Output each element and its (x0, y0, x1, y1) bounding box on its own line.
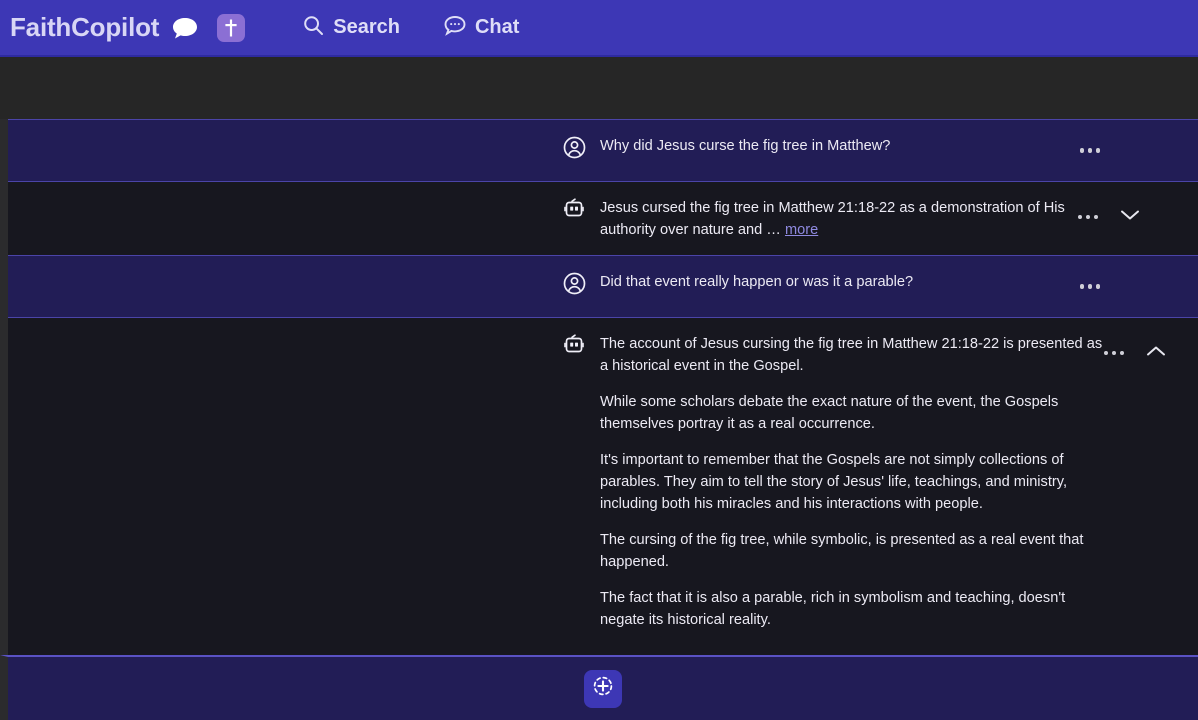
ellipsis-icon (1080, 148, 1085, 153)
chevron-up-icon (1146, 344, 1166, 362)
header-nav: Search Chat (303, 15, 519, 41)
ellipsis-icon (1104, 351, 1109, 356)
ellipsis-icon (1096, 148, 1101, 153)
message-actions (1080, 284, 1101, 289)
ellipsis-icon (1120, 351, 1125, 356)
app-header: FaithCopilot Search (0, 0, 1198, 57)
robot-icon (561, 198, 587, 221)
message-text: Jesus cursed the fig tree in Matthew 21:… (600, 200, 1065, 238)
message-body: Why did Jesus curse the fig tree in Matt… (600, 134, 890, 157)
message-paragraph: While some scholars debate the exact nat… (600, 391, 1105, 435)
composer-bar (0, 655, 1198, 720)
message-paragraph: The account of Jesus cursing the fig tre… (600, 333, 1105, 377)
model-toolbar: google/gemma-2-9b-it (0, 57, 1198, 119)
message-overflow-button[interactable] (1104, 351, 1125, 356)
show-more-link[interactable]: more (785, 222, 818, 238)
app-root: FaithCopilot Search (0, 0, 1198, 720)
user-avatar-icon (561, 136, 587, 159)
message-text-wrap: Jesus cursed the fig tree in Matthew 21:… (600, 197, 1095, 241)
page-title: FaithCopilot (10, 12, 159, 43)
message-paragraph: The cursing of the fig tree, while symbo… (600, 529, 1105, 573)
ellipsis-icon (1078, 215, 1083, 220)
nav-item-chat[interactable]: Chat (444, 15, 519, 41)
ellipsis-icon (1088, 284, 1093, 289)
new-chat-button[interactable] (584, 670, 622, 708)
nav-item-chat-label: Chat (475, 16, 519, 39)
message-paragraph: The fact that it is also a parable, rich… (600, 587, 1105, 631)
message-row-assistant-expanded: The account of Jesus cursing the fig tre… (8, 318, 1198, 655)
add-circle-icon (591, 674, 615, 703)
message-row-assistant: Jesus cursed the fig tree in Matthew 21:… (8, 182, 1198, 255)
chat-bubble-icon (444, 15, 466, 41)
speech-bubble-icon (171, 16, 199, 40)
ellipsis-icon (1088, 148, 1093, 153)
message-actions (1104, 344, 1167, 362)
cross-icon (217, 14, 245, 42)
message-body: Jesus cursed the fig tree in Matthew 21:… (600, 196, 1095, 241)
user-avatar-icon (561, 272, 587, 295)
message-text: The account of Jesus cursing the fig tre… (600, 333, 1105, 631)
collapse-message-button[interactable] (1146, 344, 1166, 362)
expand-message-button[interactable] (1120, 208, 1140, 226)
ellipsis-icon (1112, 351, 1117, 356)
message-body: The account of Jesus cursing the fig tre… (600, 332, 1105, 631)
message-row-user: Did that event really happen or was it a… (8, 255, 1198, 318)
ellipsis-icon (1080, 284, 1085, 289)
ellipsis-icon (1094, 215, 1099, 220)
ellipsis-icon (1096, 284, 1101, 289)
message-overflow-button[interactable] (1080, 148, 1101, 153)
message-paragraph: It's important to remember that the Gosp… (600, 449, 1105, 515)
ellipsis-icon (1086, 215, 1091, 220)
nav-item-search[interactable]: Search (303, 15, 400, 41)
message-actions (1080, 148, 1101, 153)
message-text: Did that event really happen or was it a… (600, 271, 913, 293)
message-body: Did that event really happen or was it a… (600, 270, 913, 293)
message-text: Why did Jesus curse the fig tree in Matt… (600, 135, 890, 157)
message-row-user: Why did Jesus curse the fig tree in Matt… (8, 119, 1198, 182)
message-overflow-button[interactable] (1080, 284, 1101, 289)
search-icon (303, 15, 324, 41)
message-actions (1078, 208, 1141, 226)
chat-transcript[interactable]: Why did Jesus curse the fig tree in Matt… (0, 119, 1198, 655)
chevron-down-icon (1120, 208, 1140, 226)
robot-icon (561, 334, 587, 357)
nav-item-search-label: Search (333, 16, 400, 39)
message-overflow-button[interactable] (1078, 215, 1099, 220)
